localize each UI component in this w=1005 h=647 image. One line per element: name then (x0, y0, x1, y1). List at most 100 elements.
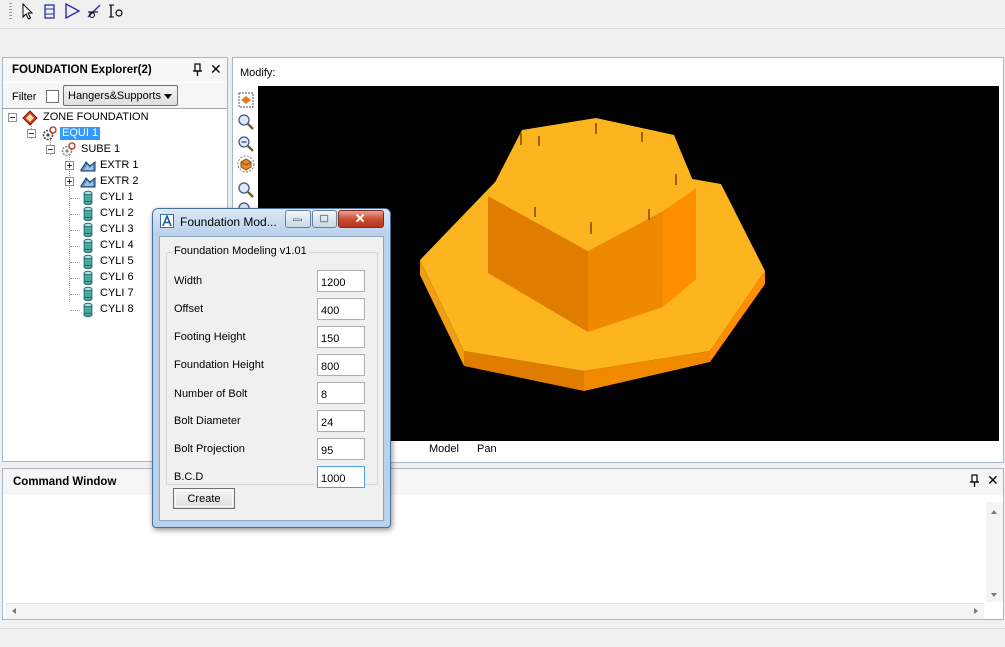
toolbar-grip[interactable] (9, 3, 12, 21)
scroll-right-icon[interactable] (974, 608, 978, 614)
minimize-icon (293, 218, 302, 222)
render-cube-icon[interactable] (236, 154, 256, 174)
app-icon (160, 213, 174, 228)
bolt (641, 132, 643, 142)
filter-row: Filter Hangers&Supports (3, 83, 227, 109)
number-of-bolt-label: Number of Bolt (174, 388, 248, 400)
collapse-toggle[interactable] (27, 129, 36, 138)
bolt-projection-input[interactable] (317, 438, 365, 460)
dialog-close-button[interactable] (338, 210, 384, 228)
zoom-extents-icon[interactable] (236, 90, 256, 110)
extrusion-icon (80, 174, 96, 190)
scroll-up-icon[interactable] (991, 510, 997, 514)
bolt (520, 133, 522, 145)
select-arrow-icon[interactable] (18, 1, 38, 21)
maximize-icon (319, 214, 329, 223)
tree-node-extr[interactable]: EXTR 2 (3, 174, 227, 190)
bolt-diameter-label: Bolt Diameter (174, 415, 241, 427)
bolt (590, 222, 592, 234)
tree-label-cyli: CYLI 8 (100, 303, 134, 315)
bolt (675, 174, 677, 185)
tree-node-sube[interactable]: SUBE 1 (3, 142, 227, 158)
foundation-height-input[interactable] (317, 354, 365, 376)
tree-label-sube: SUBE 1 (81, 143, 121, 155)
tree-label-zone: ZONE FOUNDATION (43, 111, 149, 123)
tree-label-equi: EQUI 1 (60, 127, 101, 140)
bcd-input[interactable] (317, 466, 365, 488)
tree-node-zone[interactable]: ZONE FOUNDATION (3, 110, 227, 126)
cylinder-icon (80, 222, 96, 238)
filter-dropdown[interactable]: Hangers&Supports (63, 85, 178, 106)
status-bar (0, 628, 1005, 647)
foundation-modeling-dialog: Foundation Mod... Foundation Modeling v1… (152, 208, 391, 528)
tab-model[interactable]: Model (429, 443, 459, 455)
tree-label-extr: EXTR 2 (100, 175, 139, 187)
expand-toggle[interactable] (65, 161, 74, 170)
tree-label-cyli: CYLI 7 (100, 287, 134, 299)
tree-node-extr[interactable]: EXTR 1 (3, 158, 227, 174)
foundation-height-label: Foundation Height (174, 359, 264, 371)
filter-dropdown-value: Hangers&Supports (68, 90, 161, 102)
main-toolbar (0, 0, 1005, 24)
group-title: Foundation Modeling v1.01 (172, 245, 309, 257)
collapse-toggle[interactable] (8, 113, 17, 122)
tree-label-cyli: CYLI 2 (100, 207, 134, 219)
explorer-title: FOUNDATION Explorer(2) (12, 64, 152, 76)
close-icon (355, 213, 365, 223)
dialog-titlebar[interactable]: Foundation Mod... (153, 209, 390, 233)
pin-icon[interactable] (969, 474, 981, 488)
bolt-projection-label: Bolt Projection (174, 443, 245, 455)
subequipment-gear-icon (60, 142, 76, 158)
tree-label-extr: EXTR 1 (100, 159, 139, 171)
axis-tool-icon[interactable] (84, 1, 104, 21)
bcd-label: B.C.D (174, 471, 204, 483)
filter-label: Filter (12, 91, 37, 103)
play-triangle-icon[interactable] (62, 1, 82, 21)
scroll-down-icon[interactable] (991, 593, 997, 597)
pin-icon[interactable] (192, 63, 204, 77)
filter-checkbox[interactable] (46, 90, 59, 103)
dialog-body: Foundation Modeling v1.01 Width Offset F… (159, 236, 384, 521)
modify-label: Modify: (240, 67, 276, 79)
tree-node-equi[interactable]: EQUI 1 (3, 126, 227, 142)
vertical-scrollbar[interactable] (986, 502, 1003, 602)
expand-toggle[interactable] (65, 177, 74, 186)
cylinder-icon (80, 254, 96, 270)
extrusion-icon (80, 158, 96, 174)
close-icon[interactable]: ✕ (987, 473, 999, 487)
width-label: Width (174, 275, 203, 287)
cylinder-icon (80, 190, 96, 206)
tree-label-cyli: CYLI 5 (100, 255, 134, 267)
footing-height-label: Footing Height (174, 331, 246, 343)
equipment-gear-icon (41, 126, 57, 142)
footing-height-input[interactable] (317, 326, 365, 348)
dialog-title: Foundation Mod... (180, 215, 277, 229)
bolt (595, 123, 597, 134)
io-tool-icon[interactable] (106, 1, 126, 21)
cylinder-icon (80, 302, 96, 318)
viewport-toolbar (236, 88, 258, 218)
number-of-bolt-input[interactable] (317, 382, 365, 404)
zoom-window-icon[interactable] (236, 180, 256, 200)
zoom-in-icon[interactable] (236, 112, 256, 132)
box-icon[interactable] (40, 1, 60, 21)
cylinder-icon (80, 206, 96, 222)
tree-label-cyli: CYLI 3 (100, 223, 134, 235)
zone-icon (22, 110, 38, 126)
offset-input[interactable] (317, 298, 365, 320)
tree-label-cyli: CYLI 4 (100, 239, 134, 251)
create-button[interactable]: Create (173, 488, 235, 509)
horizontal-scrollbar[interactable] (6, 603, 984, 619)
minimize-button[interactable] (285, 210, 311, 228)
tab-pan[interactable]: Pan (477, 443, 497, 455)
tree-node-cyli[interactable]: CYLI 1 (3, 190, 227, 206)
width-input[interactable] (317, 270, 365, 292)
bolt-diameter-input[interactable] (317, 410, 365, 432)
maximize-button[interactable] (312, 210, 337, 228)
cylinder-icon (80, 270, 96, 286)
close-icon[interactable]: ✕ (210, 62, 222, 76)
scroll-left-icon[interactable] (12, 608, 16, 614)
tree-label-cyli: CYLI 1 (100, 191, 134, 203)
zoom-out-icon[interactable] (236, 134, 256, 154)
collapse-toggle[interactable] (46, 145, 55, 154)
